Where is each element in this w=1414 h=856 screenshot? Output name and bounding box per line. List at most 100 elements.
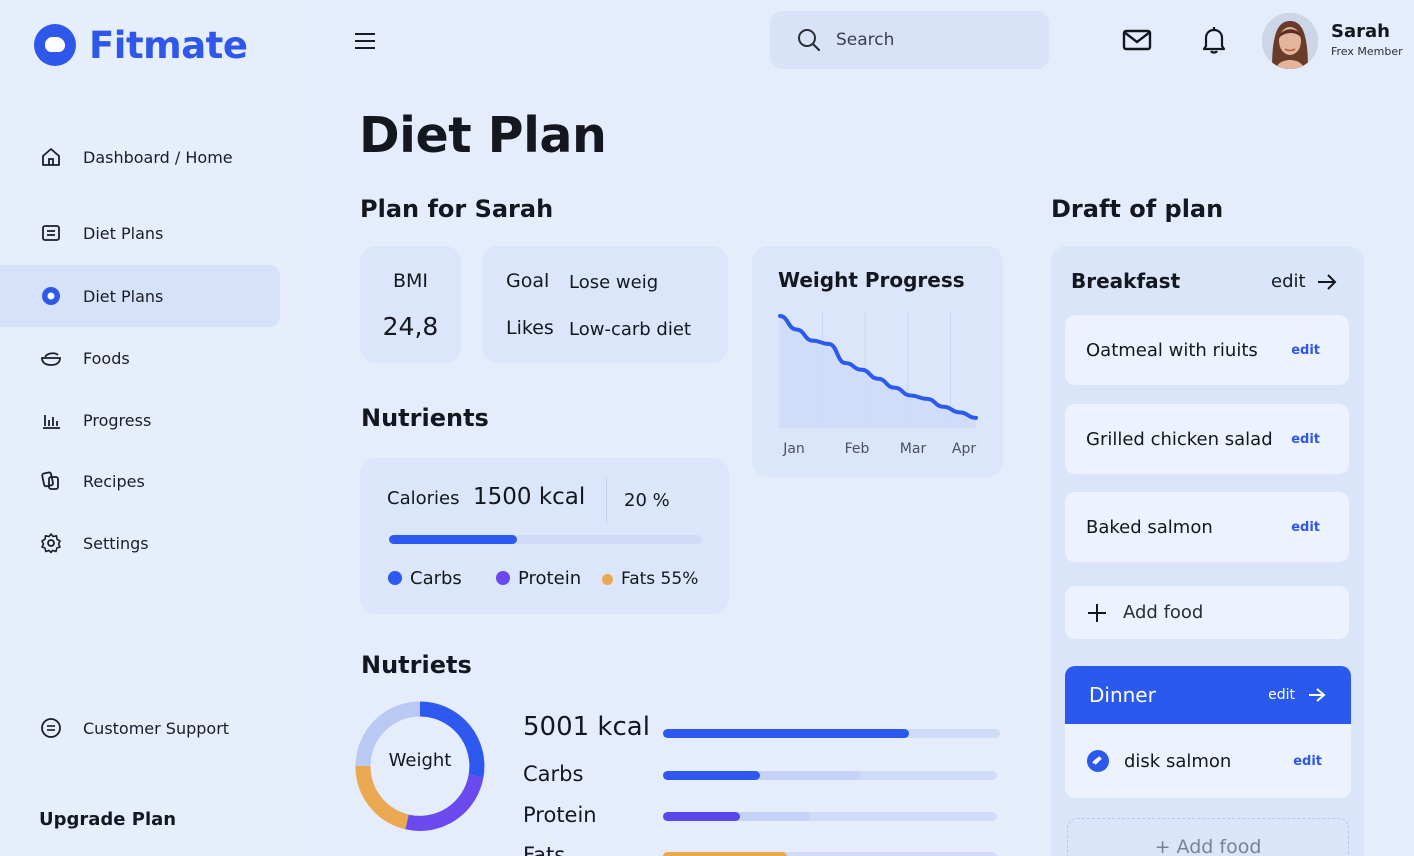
donut-label: Weight (388, 750, 452, 771)
add-food-label: Add food (1123, 602, 1204, 623)
goal-value: Lose weig (569, 272, 659, 293)
dinner-edit-label[interactable]: edit (1268, 687, 1295, 703)
bmi-value: 24,8 (382, 312, 439, 341)
sidebar-item-dashboard[interactable]: Dashboard / Home (0, 126, 280, 188)
sidebar-item-label: Dashboard / Home (83, 147, 233, 167)
likes-label: Likes (506, 317, 554, 339)
arrow-right-icon (1309, 688, 1326, 702)
legend-carbs: Carbs (388, 568, 462, 589)
chart-area-fill (780, 316, 976, 428)
dinner-header[interactable]: Dinner edit (1065, 666, 1351, 724)
meal-item[interactable]: Grilled chicken salad edit (1065, 404, 1349, 474)
bell-icon[interactable] (1198, 24, 1230, 56)
nutrients-card: Calories 1500 kcal 20 % Carbs Protein Fa… (360, 458, 729, 614)
fats-label: Fats (523, 843, 566, 856)
page-title: Diet Plan (359, 107, 607, 164)
protein-dot-icon (496, 571, 510, 585)
plus-icon (1088, 603, 1106, 622)
sidebar-item-label: Recipes (83, 471, 145, 491)
dinner-add-food-button[interactable]: + Add food (1067, 818, 1349, 856)
arrow-right-icon (1317, 273, 1336, 290)
legend-protein-label: Protein (518, 568, 582, 589)
calories-label: Calories (387, 488, 460, 509)
legend-carbs-label: Carbs (410, 568, 462, 589)
sidebar-item-label: Settings (83, 533, 149, 553)
fitmate-logo-icon (34, 24, 76, 66)
sidebar-item-label: Progress (83, 410, 152, 430)
sidebar-item-label: Diet Plans (83, 223, 164, 243)
calories-progress-fill (389, 535, 518, 544)
list-icon (40, 222, 62, 244)
x-tick-label: Apr (952, 441, 976, 457)
check-circle-icon[interactable] (1086, 749, 1110, 773)
meal-item-edit-link[interactable]: edit (1291, 432, 1320, 447)
nutriets-heading: Nutriets (361, 651, 472, 679)
breakfast-edit-link[interactable]: edit (1271, 271, 1338, 292)
sidebar-item-diet-plans[interactable]: Diet Plans (0, 202, 280, 264)
carbs-bar-fill (663, 771, 760, 780)
search-input[interactable]: Search (770, 11, 1049, 69)
kcal-bar-fill (663, 729, 909, 738)
bmi-card: BMI 24,8 (360, 246, 461, 363)
meal-item-name: Baked salmon (1086, 516, 1213, 538)
sidebar-item-diet-plans-active[interactable]: Diet Plans (0, 265, 280, 327)
protein-label: Protein (523, 803, 597, 827)
meal-item-edit-link[interactable]: edit (1291, 520, 1320, 535)
kcal-bar (663, 729, 1000, 738)
dinner-title: Dinner (1089, 683, 1156, 707)
upgrade-plan-link[interactable]: Upgrade Plan (39, 809, 176, 830)
user-role: Frex Member (1331, 45, 1403, 58)
breakfast-edit-label: edit (1271, 271, 1306, 292)
carbs-bar (663, 771, 997, 780)
x-tick-label: Feb (845, 441, 870, 457)
bar-chart-icon (40, 409, 62, 431)
dinner-meal-item[interactable]: disk salmon edit (1065, 724, 1351, 798)
protein-bar-fill (663, 812, 740, 821)
x-tick-label: Mar (900, 441, 927, 457)
draft-heading: Draft of plan (1051, 195, 1224, 223)
meal-item[interactable]: Baked salmon edit (1065, 492, 1349, 562)
search-icon (798, 29, 821, 52)
x-tick-label: Jan (782, 441, 805, 457)
sidebar-item-settings[interactable]: Settings (0, 512, 280, 574)
weight-progress-chart: Jan Feb Mar Apr (778, 312, 978, 457)
sidebar-item-recipes[interactable]: Recipes (0, 450, 280, 512)
kcal-label: 5001 kcal (523, 712, 650, 742)
calories-value: 1500 kcal (473, 484, 586, 510)
carbs-label: Carbs (523, 762, 584, 786)
sidebar: Fitmate Dashboard / Home Diet Plans Diet… (0, 0, 302, 856)
sidebar-item-label: Customer Support (83, 718, 230, 738)
legend-fats-label: Fats 55% (621, 569, 699, 589)
calories-percent: 20 % (624, 490, 670, 511)
fats-bar (663, 852, 997, 856)
mail-icon[interactable] (1121, 24, 1153, 56)
sidebar-item-customer-support[interactable]: Customer Support (0, 697, 280, 759)
support-icon (40, 717, 62, 739)
nutrients-heading: Nutrients (361, 404, 489, 432)
avatar[interactable] (1262, 13, 1318, 69)
goal-card: Goal Lose weig Likes Low-carb diet (482, 246, 728, 363)
legend-fats: Fats 55% (602, 569, 698, 589)
recipes-icon (40, 470, 62, 492)
sidebar-item-label: Diet Plans (83, 286, 164, 306)
legend-protein: Protein (496, 568, 581, 589)
dot-icon (40, 285, 62, 307)
home-icon (40, 146, 62, 168)
bowl-icon (40, 347, 62, 369)
goal-label: Goal (506, 270, 550, 292)
hamburger-menu-icon[interactable] (352, 28, 378, 54)
calories-progress-bar (389, 535, 702, 544)
sidebar-item-progress[interactable]: Progress (0, 389, 280, 451)
meal-item-edit-link[interactable]: edit (1293, 754, 1322, 769)
breakfast-title: Breakfast (1071, 269, 1181, 293)
sidebar-item-foods[interactable]: Foods (0, 327, 280, 389)
add-food-button[interactable]: Add food (1065, 586, 1349, 639)
search-placeholder: Search (836, 30, 895, 50)
app-logo-text[interactable]: Fitmate (89, 22, 248, 70)
meal-item-name: disk salmon (1124, 750, 1232, 772)
meal-item-name: Grilled chicken salad (1086, 428, 1273, 450)
meal-item-edit-link[interactable]: edit (1291, 343, 1320, 358)
plan-heading: Plan for Sarah (360, 195, 554, 223)
fats-dot-icon (602, 574, 613, 585)
meal-item[interactable]: Oatmeal with riuits edit (1065, 315, 1349, 385)
